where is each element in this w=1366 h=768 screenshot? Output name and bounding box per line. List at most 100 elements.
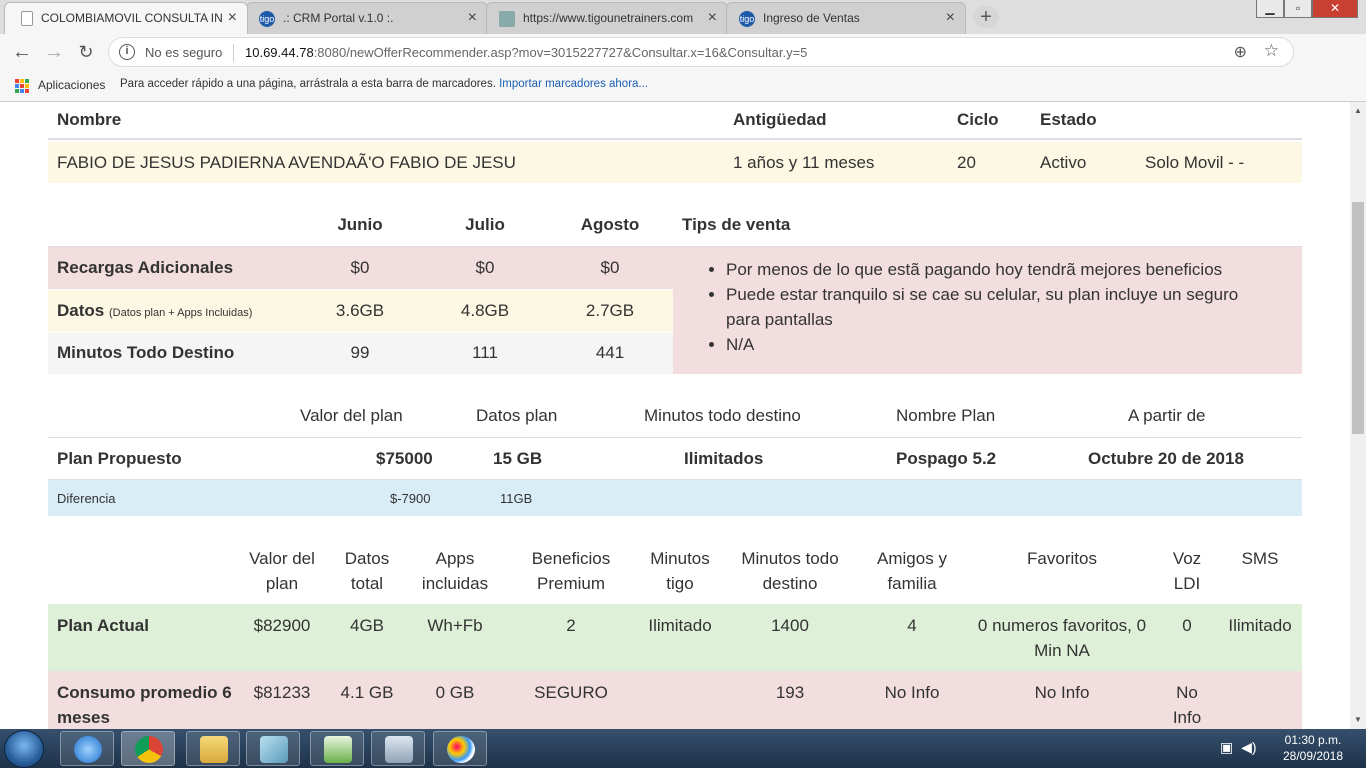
consumo-label: Consumo promedio 6 meses <box>57 683 232 727</box>
scroll-up-icon[interactable]: ▲ <box>1350 104 1366 118</box>
current-plan-value: 0 <box>1182 616 1192 635</box>
scroll-down-icon[interactable]: ▼ <box>1350 713 1366 727</box>
taskbar-app[interactable] <box>246 731 300 766</box>
url-path: :8080/newOfferRecommender.asp?mov=301522… <box>313 45 808 60</box>
import-bookmarks-link[interactable]: Importar marcadores ahora... <box>499 78 648 90</box>
calculator-icon <box>385 736 413 763</box>
info-icon[interactable]: i <box>119 44 135 60</box>
close-tab-icon[interactable]: × <box>468 3 477 33</box>
current-header: SMS <box>1218 546 1302 571</box>
apps-grid-icon[interactable] <box>15 79 29 93</box>
current-header: Datos total <box>332 546 402 596</box>
usage-value: 4.8GB <box>460 301 510 320</box>
address-bar[interactable]: i No es seguro 10.69.44.78:8080/newOffer… <box>108 37 1294 67</box>
url-text[interactable]: 10.69.44.78:8080/newOfferRecommender.asp… <box>245 45 807 60</box>
zoom-icon[interactable]: ⊕ <box>1234 42 1247 62</box>
consumo-promedio-row: Consumo promedio 6 meses $81233 4.1 GB 0… <box>48 671 1302 729</box>
new-tab-button[interactable]: + <box>973 6 999 28</box>
taskbar-chrome[interactable] <box>121 731 175 766</box>
page-scrollbar[interactable]: ▲ ▼ <box>1350 102 1366 729</box>
current-header-line: Datos <box>344 549 390 568</box>
proposed-header: Nombre Plan <box>896 406 996 425</box>
tips-panel: Por menos de lo que estã pagando hoy ten… <box>673 247 1302 374</box>
browser-toolbar: ← → ↻ i No es seguro 10.69.44.78:8080/ne… <box>0 34 1366 98</box>
back-icon[interactable]: ← <box>10 40 34 64</box>
browser-chrome: COLOMBIAMOVIL CONSULTA IN × tigo .: CRM … <box>0 0 1366 102</box>
tip-item: N/A <box>726 332 1266 357</box>
month-header: Agosto <box>580 215 640 234</box>
close-tab-icon[interactable]: × <box>228 3 237 33</box>
taskbar-excel[interactable] <box>310 731 364 766</box>
scrollbar-thumb[interactable] <box>1352 202 1364 434</box>
taskbar-paint[interactable] <box>433 731 487 766</box>
taskbar-explorer[interactable] <box>186 731 240 766</box>
tab-ingreso-ventas[interactable]: tigo Ingreso de Ventas × <box>726 2 966 34</box>
clock-date: 28/09/2018 <box>1282 749 1344 763</box>
current-header-line: incluidas <box>421 574 489 593</box>
volume-icon[interactable]: ◀) <box>1241 739 1256 755</box>
current-header-line: Amigos y <box>877 549 947 568</box>
apps-link[interactable]: Aplicaciones <box>38 78 105 92</box>
customer-tipo: Solo Movil - - <box>1145 153 1245 172</box>
tips-title: Tips de venta <box>682 215 791 234</box>
reload-icon[interactable]: ↻ <box>74 40 98 64</box>
start-button[interactable] <box>4 730 44 768</box>
proposed-plan-row: Plan Propuesto $75000 15 GB Ilimitados P… <box>48 438 1302 480</box>
tigo-icon: tigo <box>259 11 275 27</box>
close-window-icon[interactable]: ✕ <box>1312 0 1358 18</box>
tab-colombiamovil[interactable]: COLOMBIAMOVIL CONSULTA IN × <box>4 2 248 34</box>
forward-icon[interactable]: → <box>42 40 66 64</box>
minimize-icon[interactable]: ▁ <box>1256 0 1284 18</box>
header-antiguedad: Antigüedad <box>733 110 827 129</box>
close-tab-icon[interactable]: × <box>708 3 717 33</box>
security-label[interactable]: No es seguro <box>145 45 222 60</box>
proposed-value: $75000 <box>376 449 433 468</box>
proposed-value: Ilimitados <box>684 449 764 468</box>
difference-value: $-7900 <box>390 491 431 506</box>
current-header: Minutos tigo <box>640 546 720 596</box>
internet-explorer-icon <box>74 736 102 763</box>
consumo-value: No Info <box>1172 683 1202 727</box>
bookmark-star-icon[interactable]: ☆ <box>1264 41 1279 61</box>
proposed-value: 15 GB <box>493 449 543 468</box>
spreadsheet-icon <box>324 736 352 763</box>
customer-header-row: Nombre Antigüedad Ciclo Estado <box>48 102 1302 140</box>
taskbar-ie[interactable] <box>60 731 114 766</box>
usage-row-datos: Datos (Datos plan + Apps Incluidas) 3.6G… <box>48 290 673 332</box>
difference-label: Diferencia <box>57 491 116 506</box>
maximize-icon[interactable]: ▫ <box>1284 0 1312 18</box>
current-header-row: Valor del plan Datos total Apps incluidas B… <box>48 546 1302 604</box>
usage-value: 99 <box>350 343 370 362</box>
customer-row: FABIO DE JESUS PADIERNA AVENDAÃ'O FABIO … <box>48 142 1302 183</box>
current-header-line: Premium <box>536 574 605 593</box>
usage-row-recargas: Recargas Adicionales $0 $0 $0 <box>48 247 673 289</box>
current-plan-value: 4 <box>907 616 917 635</box>
proposed-header: Datos plan <box>476 406 558 425</box>
current-header: Amigos y familia <box>862 546 962 596</box>
taskbar-calculator[interactable] <box>371 731 425 766</box>
customer-antiguedad: 1 años y 11 meses <box>733 153 875 172</box>
tab-label: https://www.tigounetrainers.com <box>523 11 694 25</box>
bookmarks-bar: Aplicaciones Para acceder rápido a una p… <box>0 70 1366 102</box>
month-header: Junio <box>337 215 383 234</box>
current-header-line: Beneficios <box>531 549 611 568</box>
folder-icon <box>200 736 228 763</box>
current-header-line: total <box>350 574 384 593</box>
paint-icon <box>447 736 475 763</box>
tab-tigounetrainers[interactable]: https://www.tigounetrainers.com × <box>486 2 728 34</box>
chrome-icon <box>135 736 163 763</box>
customer-estado: Activo <box>1040 153 1087 172</box>
tips-list: Por menos de lo que estã pagando hoy ten… <box>706 257 1266 357</box>
usage-label: Datos <box>57 301 105 320</box>
proposed-value: Pospago 5.2 <box>896 449 997 468</box>
network-icon[interactable]: ▣ <box>1220 739 1233 755</box>
tab-strip: COLOMBIAMOVIL CONSULTA IN × tigo .: CRM … <box>0 0 1366 34</box>
close-tab-icon[interactable]: × <box>946 3 955 33</box>
url-host: 10.69.44.78 <box>245 45 314 60</box>
usage-value: 111 <box>472 343 498 362</box>
usage-value: $0 <box>350 258 370 277</box>
taskbar-clock[interactable]: 01:30 p.m. 28/09/2018 <box>1270 732 1356 764</box>
current-header-line: Valor del <box>249 549 315 568</box>
current-plan-value: Ilimitado <box>1228 616 1292 635</box>
tab-crm-portal[interactable]: tigo .: CRM Portal v.1.0 :. × <box>246 2 488 34</box>
